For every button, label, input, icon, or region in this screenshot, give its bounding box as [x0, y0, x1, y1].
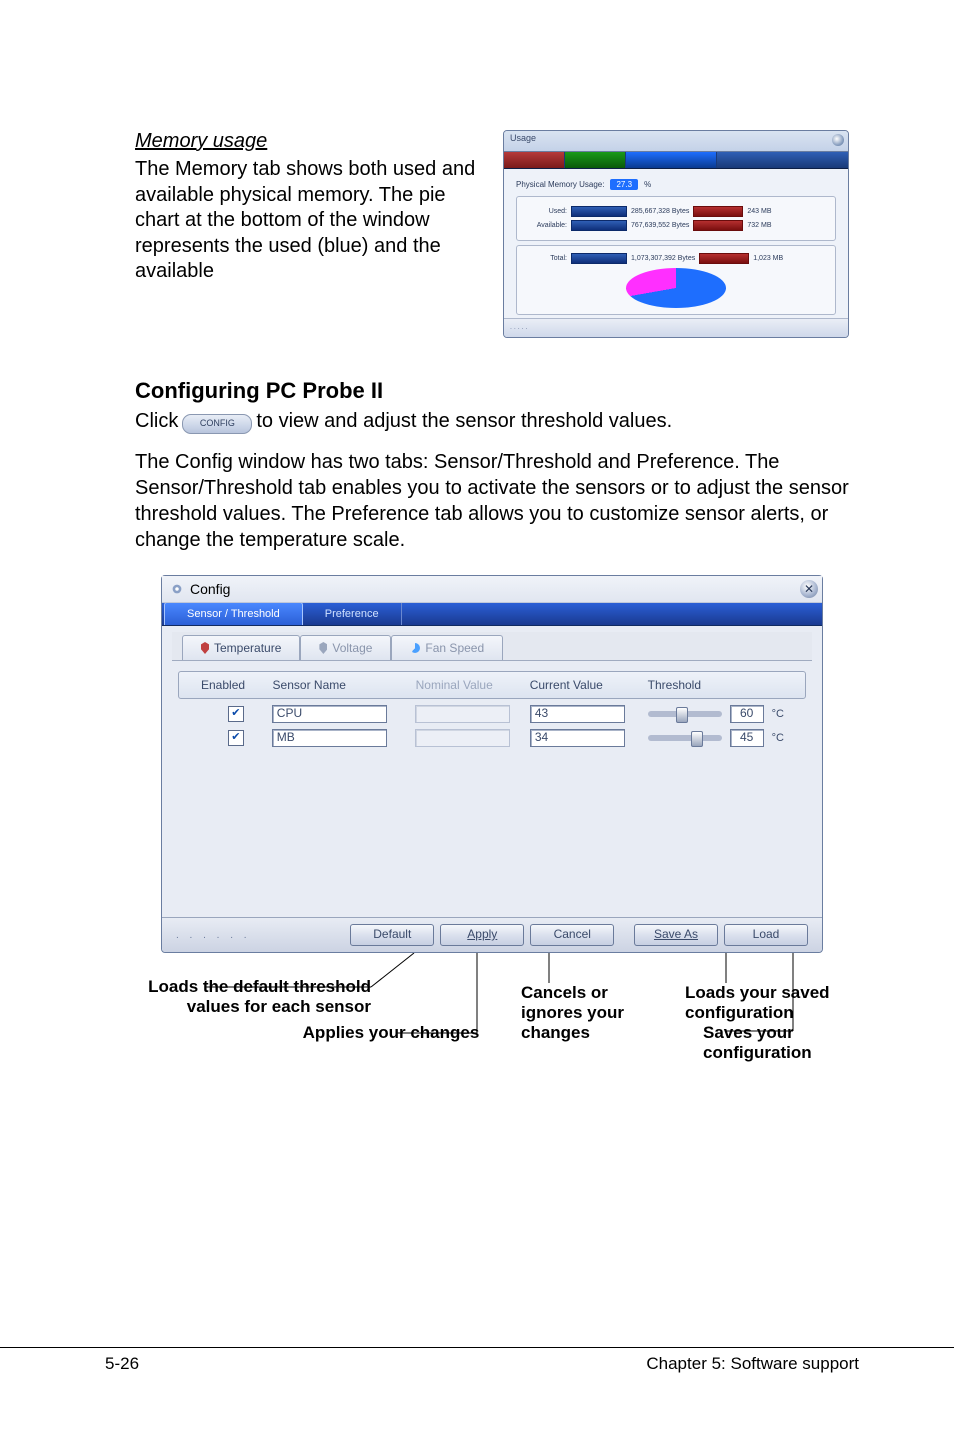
threshold-value-cpu[interactable]: 60	[730, 705, 764, 723]
config-window-title: Config	[190, 581, 230, 597]
memwin-title: Usage	[510, 133, 536, 143]
subtab-temperature-label: Temperature	[214, 636, 281, 660]
page-number: 5-26	[105, 1354, 139, 1374]
anno-cancels: Cancels or ignores your changes	[521, 983, 661, 1043]
memwin-pcnt-suffix: %	[644, 180, 651, 189]
current-mb: 34	[530, 729, 625, 747]
memwin-pcnt-value: 27.3	[610, 179, 638, 190]
sensor-name-cpu[interactable]: CPU	[272, 705, 387, 723]
th-nominal-value: Nominal Value	[416, 678, 530, 692]
table-row: ✔ CPU 43 60 °C	[178, 705, 806, 723]
memory-usage-heading: Memory usage	[135, 130, 485, 153]
memwin-avail-bar2	[693, 220, 743, 231]
memwin-avail-bar1	[571, 220, 627, 231]
current-cpu: 43	[530, 705, 625, 723]
tab-preference[interactable]: Preference	[303, 603, 402, 625]
memwin-used-label: Used:	[525, 208, 567, 215]
memwin-total-bytes: 1,073,307,392 Bytes	[631, 255, 695, 262]
th-enabled: Enabled	[201, 678, 273, 692]
sensor-name-mb[interactable]: MB	[272, 729, 387, 747]
memwin-avail-label: Available:	[525, 222, 567, 229]
config-table-header: Enabled Sensor Name Nominal Value Curren…	[178, 671, 806, 699]
click-text-after: to view and adjust the sensor threshold …	[256, 410, 672, 433]
memwin-pie-chart	[626, 268, 726, 308]
fan-icon	[410, 643, 420, 653]
checkbox-cpu[interactable]: ✔	[228, 706, 244, 722]
config-window: Config ✕ Sensor / Threshold Preference T…	[161, 575, 823, 953]
load-button[interactable]: Load	[724, 924, 808, 946]
tab-sensor-threshold[interactable]: Sensor / Threshold	[164, 602, 303, 625]
nominal-cpu	[415, 705, 510, 723]
th-threshold: Threshold	[648, 678, 783, 692]
voltage-icon	[319, 642, 327, 654]
apply-button[interactable]: Apply	[440, 924, 524, 946]
subtab-temperature[interactable]: Temperature	[182, 635, 300, 660]
memwin-tab-1[interactable]	[504, 152, 565, 168]
memwin-total-bar2	[699, 253, 749, 264]
close-icon[interactable]: ✕	[800, 580, 818, 598]
th-current-value: Current Value	[530, 678, 648, 692]
anno-saves: Saves your configuration	[703, 1023, 873, 1063]
anno-loads-saved: Loads your saved configuration	[685, 983, 875, 1023]
subtab-voltage[interactable]: Voltage	[300, 635, 391, 660]
threshold-value-mb[interactable]: 45	[730, 729, 764, 747]
subtab-voltage-label: Voltage	[332, 636, 372, 660]
subtab-fan-speed[interactable]: Fan Speed	[391, 635, 503, 660]
anno-applies: Applies your changes	[291, 1023, 491, 1043]
memwin-statusbar: . . . . .	[504, 318, 848, 337]
thermometer-icon	[201, 642, 209, 654]
memory-usage-para: The Memory tab shows both used and avail…	[135, 157, 485, 285]
memwin-total-mb: 1,023 MB	[753, 255, 783, 262]
memwin-used-bar1	[571, 206, 627, 217]
default-button[interactable]: Default	[350, 924, 434, 946]
memwin-used-bar2	[693, 206, 743, 217]
memwin-total-bar1	[571, 253, 627, 264]
gear-icon	[170, 582, 184, 596]
memwin-avail-mb: 732 MB	[747, 222, 771, 229]
memwin-used-mb: 243 MB	[747, 208, 771, 215]
gear-icon[interactable]	[832, 134, 844, 146]
cancel-button[interactable]: Cancel	[530, 924, 614, 946]
anno-loads-default: Loads the default threshold values for e…	[141, 977, 371, 1017]
save-as-button[interactable]: Save As	[634, 924, 718, 946]
memwin-used-bytes: 285,667,328 Bytes	[631, 208, 689, 215]
th-sensor-name: Sensor Name	[273, 678, 416, 692]
click-text-before: Click	[135, 410, 178, 433]
table-row: ✔ MB 34 45 °C	[178, 729, 806, 747]
unit-mb: °C	[772, 732, 784, 744]
checkbox-mb[interactable]: ✔	[228, 730, 244, 746]
unit-cpu: °C	[772, 708, 784, 720]
memwin-tab-3[interactable]	[626, 152, 717, 168]
chapter-title: Chapter 5: Software support	[646, 1354, 859, 1374]
memwin-tab-2[interactable]	[565, 152, 626, 168]
configuring-heading: Configuring PC Probe II	[135, 378, 849, 404]
memwin-pcnt-label: Physical Memory Usage:	[516, 180, 604, 189]
threshold-slider-mb[interactable]	[648, 735, 721, 741]
memwin-total-label: Total:	[525, 255, 567, 262]
nominal-mb	[415, 729, 510, 747]
subtab-fan-label: Fan Speed	[425, 636, 484, 660]
config-button-image: CONFIG	[182, 414, 252, 434]
memwin-avail-bytes: 767,639,552 Bytes	[631, 222, 689, 229]
memory-usage-window: Usage Physical Memory Usage: 27.3 % Used…	[503, 130, 849, 338]
config-para: The Config window has two tabs: Sensor/T…	[135, 449, 849, 553]
threshold-slider-cpu[interactable]	[648, 711, 721, 717]
footer-dots: . . . . . .	[176, 930, 251, 941]
